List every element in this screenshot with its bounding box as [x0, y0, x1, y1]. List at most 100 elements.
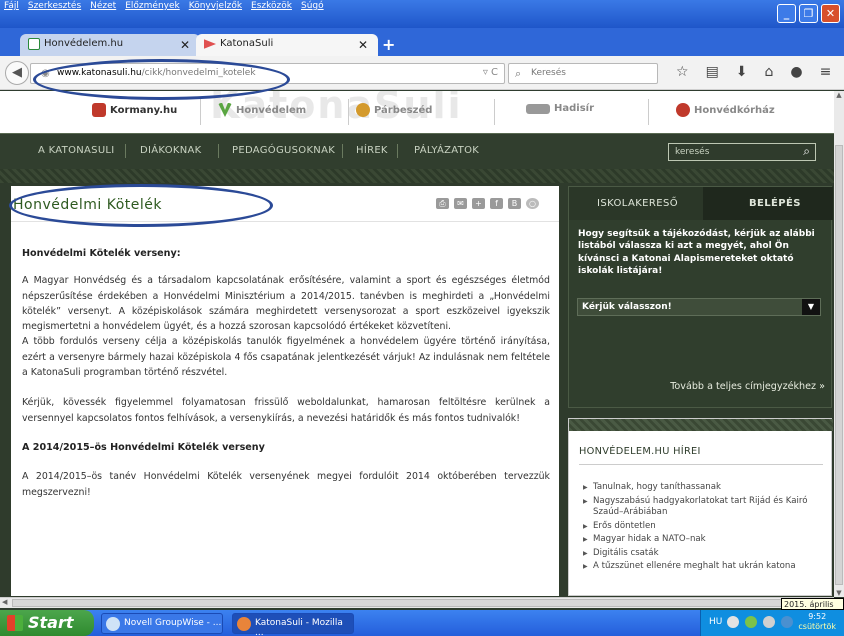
start-button[interactable]: Start	[0, 610, 94, 636]
main-navigation: A KATONASULI DIÁKOKNAK PEDAGÓGUSOKNAK HÍ…	[0, 133, 834, 169]
tray-icon[interactable]	[727, 616, 739, 628]
article-heading: A 2014/2015–ös Honvédelmi Kötelék versen…	[22, 441, 265, 453]
tray-icon[interactable]	[781, 616, 793, 628]
right-sidebar: ISKOLAKERESŐ BELÉPÉS Hogy segítsük a táj…	[568, 186, 834, 596]
tab-honvedelem[interactable]: Honvédelem.hu ✕	[20, 34, 200, 56]
search-icon[interactable]: ⌕	[803, 144, 810, 159]
menu-file[interactable]: Fájl	[4, 1, 19, 11]
news-box-title: HONVÉDELEM.HU HÍREI	[579, 446, 701, 457]
tab-katonasuli[interactable]: KatonaSuli ✕	[196, 34, 378, 56]
tray-icon[interactable]	[745, 616, 757, 628]
katonasuli-favicon-icon	[204, 39, 216, 49]
home-icon[interactable]: ⌂	[765, 64, 774, 80]
article-paragraph: A 2014/2015–ös tanév Honvédelmi Kötelék …	[22, 471, 550, 498]
news-item[interactable]: Erős döntetlen	[583, 521, 829, 533]
email-icon[interactable]: ✉	[454, 198, 467, 209]
tray-icon[interactable]	[763, 616, 775, 628]
parbeszed-logo-icon	[356, 103, 370, 117]
bookmarks-list-icon[interactable]: ▤	[706, 64, 719, 80]
web-page: KatonaSuli Kormany.hu Honvédelem Párbesz…	[0, 91, 834, 597]
scroll-down-icon[interactable]: ▼	[834, 589, 844, 597]
tab-belepes[interactable]: BELÉPÉS	[703, 187, 833, 220]
clock[interactable]: 9:52 csütörtök	[798, 612, 836, 632]
nav-hirek[interactable]: HÍREK	[356, 145, 388, 156]
menu-history[interactable]: Előzmények	[125, 1, 180, 11]
tab-strip: Honvédelem.hu ✕ KatonaSuli ✕ +	[0, 28, 844, 56]
nav-pedagogusoknak[interactable]: PEDAGÓGUSOKNAK	[232, 145, 335, 156]
partner-parbeszed[interactable]: Párbeszéd	[356, 103, 432, 117]
full-directory-link[interactable]: Tovább a teljes címjegyzékhez »	[670, 381, 825, 392]
browser-search-input[interactable]: ⌕ Keresés	[508, 63, 658, 84]
news-item[interactable]: Tanulnak, hogy taníthassanak	[583, 482, 829, 494]
taskbar-item-groupwise[interactable]: Novell GroupWise - ...	[101, 613, 223, 634]
bookmark-star-icon[interactable]: ☆	[676, 64, 689, 80]
article-body: Honvédelmi Kötelék verseny: A Magyar Hon…	[22, 246, 550, 500]
hadisir-logo-icon	[526, 103, 550, 114]
camo-band	[0, 169, 834, 183]
partner-honvedelem[interactable]: Honvédelem	[218, 103, 306, 117]
close-button[interactable]: ✕	[821, 4, 840, 23]
facebook-icon[interactable]: f	[490, 198, 503, 209]
site-search-placeholder: keresés	[675, 147, 710, 157]
menu-view[interactable]: Nézet	[90, 1, 116, 11]
minimize-button[interactable]: _	[777, 4, 796, 23]
scroll-left-icon[interactable]: ◀	[2, 598, 7, 606]
reload-icon[interactable]: ▿ C	[483, 67, 498, 78]
horizontal-scrollbar[interactable]: ◀	[0, 597, 834, 608]
school-finder-tabs: ISKOLAKERESŐ BELÉPÉS	[569, 187, 833, 220]
news-item[interactable]: Magyar hidak a NATO–nak	[583, 534, 829, 546]
tab-label: KatonaSuli	[220, 38, 274, 49]
language-indicator[interactable]: HU	[709, 617, 722, 627]
nav-diakoknak[interactable]: DIÁKOKNAK	[140, 145, 202, 156]
county-select[interactable]: Kérjük válasszon! ▼	[577, 298, 821, 316]
groupwise-icon	[106, 617, 120, 631]
bookmark-icon[interactable]: +	[472, 198, 485, 209]
vertical-scrollbar[interactable]: ▲ ▼	[834, 91, 844, 597]
article-panel: Honvédelmi Kötelék ⎙ ✉ + f B ○ Honvédelm…	[11, 186, 559, 596]
news-item[interactable]: A tűzszünet ellenére meghalt hat ukrán k…	[583, 561, 829, 573]
menu-tools[interactable]: Eszközök	[251, 1, 292, 11]
news-box: HONVÉDELEM.HU HÍREI Tanulnak, hogy tanít…	[568, 418, 833, 596]
chat-icon[interactable]: ●	[790, 64, 802, 80]
scroll-thumb[interactable]	[12, 599, 824, 607]
nav-katonasuli[interactable]: A KATONASULI	[38, 145, 115, 156]
honvedelem-favicon-icon	[28, 38, 40, 50]
school-finder-box: ISKOLAKERESŐ BELÉPÉS Hogy segítsük a táj…	[568, 186, 833, 408]
menu-help[interactable]: Súgó	[301, 1, 324, 11]
article-paragraph: Kérjük, kövessék figyelemmel folyamatosa…	[22, 397, 550, 424]
url-highlight-ellipse	[33, 59, 290, 100]
restore-button[interactable]: ❐	[799, 4, 818, 23]
close-tab-icon[interactable]: ✕	[180, 38, 190, 52]
partner-honvedkorhaz[interactable]: Honvédkórház	[676, 103, 775, 117]
menu-edit[interactable]: Szerkesztés	[28, 1, 81, 11]
search-placeholder: Keresés	[531, 68, 566, 78]
download-icon[interactable]: ⬇	[736, 64, 748, 80]
site-search-input[interactable]: keresés ⌕	[668, 143, 816, 161]
scroll-thumb[interactable]	[835, 145, 843, 585]
print-icon[interactable]: ⎙	[436, 198, 449, 209]
menu-icon[interactable]: ≡	[820, 64, 832, 80]
menu-bookmarks[interactable]: Könyvjelzők	[189, 1, 242, 11]
scroll-up-icon[interactable]: ▲	[834, 91, 844, 99]
search-icon: ⌕	[515, 67, 522, 80]
taskbar-item-firefox[interactable]: KatonaSuli - Mozilla ...	[232, 613, 354, 636]
menu-bar: Fájl Szerkesztés Nézet Előzmények Könyvj…	[4, 1, 324, 11]
county-select-value: Kérjük válasszon!	[582, 302, 672, 312]
new-tab-button[interactable]: +	[382, 35, 395, 54]
circle-icon[interactable]: ○	[526, 198, 539, 209]
partner-kormany[interactable]: Kormany.hu	[92, 103, 177, 117]
window-title-bar: Fájl Szerkesztés Nézet Előzmények Könyvj…	[0, 0, 844, 28]
blogger-icon[interactable]: B	[508, 198, 521, 209]
title-highlight-ellipse	[9, 184, 273, 227]
article-heading: Honvédelmi Kötelék verseny:	[22, 248, 181, 259]
nav-palyazatok[interactable]: PÁLYÁZATOK	[414, 145, 479, 156]
dropdown-arrow-icon[interactable]: ▼	[802, 299, 820, 315]
news-item[interactable]: Nagyszabású hadgyakorlatokat tart Rijád …	[583, 496, 829, 519]
close-tab-icon[interactable]: ✕	[358, 38, 368, 52]
news-item[interactable]: Digitális csaták	[583, 548, 829, 560]
back-button[interactable]: ◀	[5, 61, 29, 85]
share-icons: ⎙ ✉ + f B ○	[436, 198, 539, 209]
tab-iskolakereso[interactable]: ISKOLAKERESŐ	[569, 187, 703, 220]
honvedkorhaz-logo-icon	[676, 103, 690, 117]
partner-hadisir[interactable]: Hadisír	[526, 103, 594, 114]
